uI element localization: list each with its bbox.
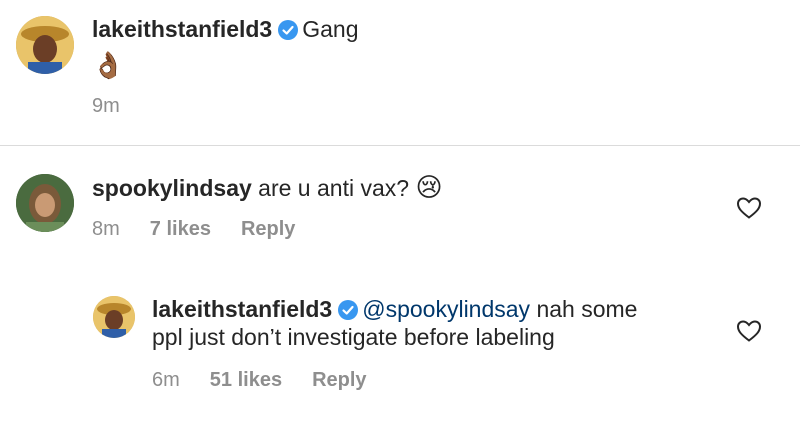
reply-likes[interactable]: 51 likes: [210, 369, 282, 391]
caption-time: 9m: [92, 95, 120, 117]
reply-avatar[interactable]: [93, 296, 135, 338]
caption-text: lakeithstanfield3 Gang: [92, 14, 359, 44]
verified-icon: [338, 300, 359, 320]
caption-meta: 9m: [92, 94, 150, 118]
heart-icon[interactable]: [736, 196, 762, 220]
caption-avatar[interactable]: [16, 16, 74, 74]
comment-text: spookylindsay are u anti vax? 😢: [92, 172, 443, 203]
comment-body: are u anti vax?: [258, 175, 410, 201]
comment-time: 8m: [92, 218, 120, 240]
ok-hand-emoji: 👌🏾: [92, 50, 125, 80]
comment-likes[interactable]: 7 likes: [150, 218, 211, 240]
heart-icon[interactable]: [736, 319, 762, 343]
mention-link[interactable]: @spookylindsay: [362, 296, 530, 322]
comment-meta: 8m 7 likes Reply: [92, 217, 325, 241]
reply-username[interactable]: lakeithstanfield3: [152, 296, 332, 322]
caption-username[interactable]: lakeithstanfield3: [92, 16, 272, 42]
caption-body: Gang: [302, 16, 359, 42]
comment-avatar[interactable]: [16, 174, 74, 232]
reply-text-line1: lakeithstanfield3 @spookylindsay nah some: [152, 294, 637, 324]
reply-text-line2: ppl just don’t investigate before labeli…: [152, 324, 555, 350]
verified-icon: [278, 20, 299, 40]
reply-body-part1: nah some: [530, 296, 638, 322]
comment-username[interactable]: spookylindsay: [92, 175, 252, 201]
comment-reply-button[interactable]: Reply: [241, 218, 295, 240]
reply-time: 6m: [152, 369, 180, 391]
reply-meta: 6m 51 likes Reply: [152, 368, 397, 392]
crying-face-emoji: 😢: [415, 172, 443, 202]
divider: [0, 145, 800, 146]
reply-reply-button[interactable]: Reply: [312, 369, 366, 391]
